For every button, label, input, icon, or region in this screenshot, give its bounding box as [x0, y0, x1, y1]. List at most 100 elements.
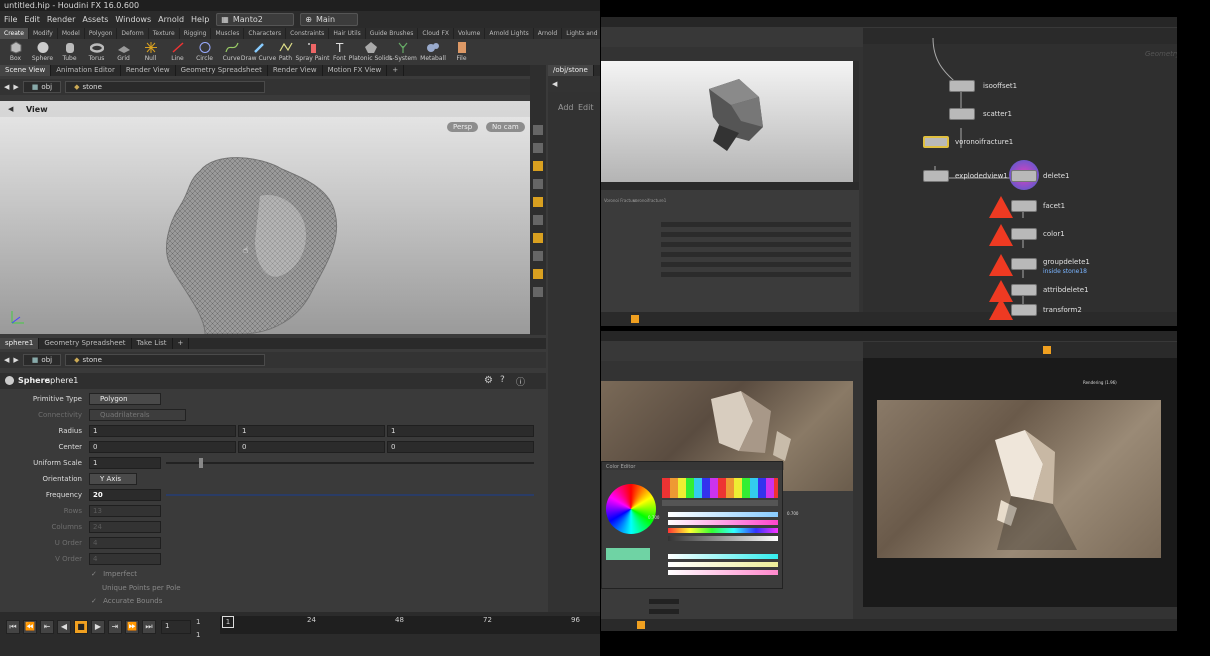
color-value[interactable]: 0.700	[648, 515, 659, 520]
add-tab-icon[interactable]: +	[387, 65, 405, 76]
forward-arrow-icon[interactable]: ▶	[13, 356, 18, 364]
radius-z-field[interactable]: 1	[387, 425, 534, 437]
color-slider[interactable]	[668, 570, 778, 575]
play-reverse-button[interactable]: ◀	[57, 620, 71, 634]
wire-icon[interactable]	[533, 269, 543, 279]
frame-indicator[interactable]: 1	[222, 616, 234, 628]
center-z-field[interactable]: 0	[387, 441, 534, 453]
menu-windows[interactable]: Windows	[115, 15, 151, 24]
tool-metaball[interactable]: Metaball	[418, 39, 448, 65]
path-obj[interactable]: ■ obj	[22, 81, 62, 93]
forward-arrow-icon[interactable]: ▶	[13, 83, 18, 91]
prev-key-button[interactable]: ⏪	[23, 620, 37, 634]
tool-box[interactable]: Box	[2, 39, 29, 65]
node-color1[interactable]	[1011, 228, 1037, 240]
shelf-tab-constraints[interactable]: Constraints	[286, 28, 330, 39]
tab-animation-editor[interactable]: Animation Editor	[51, 65, 121, 76]
tool-draw-curve[interactable]: Draw Curve	[241, 39, 276, 65]
tool-circle[interactable]: Circle	[191, 39, 218, 65]
color-slider[interactable]	[668, 554, 778, 559]
tool-spray-paint[interactable]: Spray Paint	[295, 39, 330, 65]
next-key-button[interactable]: ⏩	[125, 620, 139, 634]
context-dropdown[interactable]: ⊕ Main	[300, 13, 359, 26]
tool-platonic-solids[interactable]: Platonic Solids	[349, 39, 392, 65]
tool-null[interactable]: Null	[137, 39, 164, 65]
v-order-field[interactable]: 4	[89, 553, 161, 565]
render-button[interactable]	[1043, 346, 1051, 354]
accurate-bounds-checkbox[interactable]: ✓ Accurate Bounds	[91, 595, 162, 608]
node-isooffset1[interactable]	[949, 80, 975, 92]
network-path-tab[interactable]: /obj/stone	[548, 65, 594, 76]
shelf-tab-hair-utils[interactable]: Hair Utils	[329, 28, 366, 39]
node-voronoifracture1[interactable]	[923, 136, 949, 148]
display-icon[interactable]	[533, 125, 543, 135]
shelf-tab-cloud-fx[interactable]: Cloud FX	[418, 28, 455, 39]
uniform-scale-slider[interactable]	[166, 462, 534, 464]
connectivity-menu[interactable]: Quadrilaterals	[89, 409, 186, 421]
mini-stop-button[interactable]	[631, 315, 639, 323]
back-arrow-icon[interactable]: ◀	[552, 80, 557, 88]
first-frame-button[interactable]: ⏮	[6, 620, 20, 634]
shelf-tab-arnold[interactable]: Arnold	[534, 28, 563, 39]
shelf-tab-rigging[interactable]: Rigging	[180, 28, 212, 39]
camera-icon[interactable]	[533, 179, 543, 189]
edit-menu[interactable]: Edit	[578, 103, 594, 112]
tab-geometry-spreadsheet[interactable]: Geometry Spreadsheet	[39, 338, 132, 349]
node-name[interactable]: sphere1	[46, 376, 78, 385]
radius-x-field[interactable]: 1	[89, 425, 236, 437]
timeline-bar[interactable]: 1 24 48 72 96	[220, 616, 600, 634]
color-palette[interactable]	[662, 478, 778, 498]
node-facet1[interactable]	[1011, 200, 1037, 212]
gear-icon[interactable]: ⚙	[484, 375, 493, 386]
tool-line[interactable]: Line	[164, 39, 191, 65]
path-obj[interactable]: ■ obj	[22, 354, 62, 366]
primitive-type-menu[interactable]: Polygon	[89, 393, 161, 405]
slider-handle[interactable]	[199, 458, 203, 468]
shelf-tab-model[interactable]: Model	[58, 28, 85, 39]
viewport[interactable]: ◀ View Persp No cam ☝	[0, 101, 530, 334]
menu-render[interactable]: Render	[47, 15, 75, 24]
value-slider[interactable]	[668, 536, 778, 541]
stop-button[interactable]: ■	[74, 620, 88, 634]
tab-sphere1[interactable]: sphere1	[0, 338, 40, 349]
frequency-field[interactable]: 20	[89, 489, 161, 501]
color-slider[interactable]	[668, 562, 778, 567]
path-stone[interactable]: ◆ stone	[65, 81, 266, 93]
tab-render-view[interactable]: Render View	[121, 65, 176, 76]
start-frame[interactable]: 1	[196, 618, 200, 626]
hue-slider[interactable]	[668, 528, 778, 533]
desktop-dropdown[interactable]: ▦ Manto2	[216, 13, 295, 26]
radius-y-field[interactable]: 1	[238, 425, 385, 437]
menu-edit[interactable]: Edit	[24, 15, 40, 24]
menu-file[interactable]: File	[4, 15, 17, 24]
snap-icon[interactable]	[533, 197, 543, 207]
node-attribdelete1[interactable]	[1011, 284, 1037, 296]
tab-motion-fx-view[interactable]: Motion FX View	[323, 65, 388, 76]
color-wheel[interactable]	[606, 484, 656, 534]
play-button[interactable]: ▶	[91, 620, 105, 634]
last-frame-button[interactable]: ⏭	[142, 620, 156, 634]
shelf-tab-create[interactable]: Create	[0, 28, 29, 39]
tool-grid[interactable]: Grid	[110, 39, 137, 65]
current-frame-field[interactable]: 1	[161, 620, 191, 634]
end-frame[interactable]: 1	[196, 631, 200, 639]
lock-icon[interactable]	[533, 143, 543, 153]
add-menu[interactable]: Add	[558, 103, 574, 112]
menu-assets[interactable]: Assets	[82, 15, 108, 24]
tab-render-view-2[interactable]: Render View	[268, 65, 323, 76]
add-tab-icon[interactable]: +	[173, 338, 190, 349]
shelf-tab-deform[interactable]: Deform	[117, 28, 149, 39]
columns-field[interactable]: 24	[89, 521, 161, 533]
tab-scene-view[interactable]: Scene View	[0, 65, 52, 76]
mini-viewport[interactable]	[601, 61, 853, 182]
back-arrow-icon[interactable]: ◀	[4, 356, 9, 364]
orientation-menu[interactable]: Y Axis	[89, 473, 137, 485]
shelf-tab-arnold-lights[interactable]: Arnold Lights	[485, 28, 534, 39]
rows-field[interactable]: 13	[89, 505, 161, 517]
node-scatter1[interactable]	[949, 108, 975, 120]
node-groupdelete1[interactable]	[1011, 258, 1037, 270]
light-icon[interactable]	[533, 161, 543, 171]
tool-sphere[interactable]: Sphere	[29, 39, 56, 65]
grid-toggle-icon[interactable]	[533, 233, 543, 243]
node-delete1[interactable]	[1011, 170, 1037, 182]
